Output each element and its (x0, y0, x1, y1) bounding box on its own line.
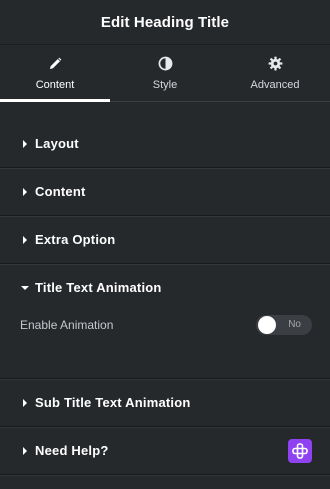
gear-icon (267, 56, 283, 72)
caret-right-icon (20, 187, 30, 197)
panel-header: Edit Heading Title (0, 0, 330, 45)
panel-content: Layout Content Extra Option Title Text A… (0, 102, 330, 476)
section-sub-title-text-animation-header[interactable]: Sub Title Text Animation (0, 379, 330, 426)
section-layout: Layout (0, 120, 330, 169)
caret-right-icon (20, 398, 30, 408)
section-sub-title-text-animation: Sub Title Text Animation (0, 379, 330, 428)
caret-right-icon (20, 235, 30, 245)
tab-style-label: Style (152, 78, 178, 91)
section-extra-option-header[interactable]: Extra Option (0, 216, 330, 263)
panel-tabs: Content Style Advanced (0, 45, 330, 102)
tab-advanced-label: Advanced (250, 78, 300, 91)
section-content: Content (0, 168, 330, 217)
caret-right-icon (20, 446, 30, 456)
section-layout-header[interactable]: Layout (0, 120, 330, 167)
section-layout-title: Layout (35, 136, 79, 151)
section-need-help-title: Need Help? (35, 443, 109, 458)
tab-content-label: Content (35, 78, 75, 91)
pencil-icon (47, 56, 63, 72)
panel-title: Edit Heading Title (100, 13, 230, 31)
section-sub-title-text-animation-title: Sub Title Text Animation (35, 395, 191, 410)
caret-right-icon (20, 139, 30, 149)
caret-down-icon (20, 283, 30, 293)
section-title-text-animation-title: Title Text Animation (35, 280, 162, 295)
tab-content[interactable]: Content (0, 45, 110, 102)
section-title-text-animation: Title Text Animation Enable Animation No (0, 264, 330, 380)
section-need-help: Need Help? (0, 427, 330, 476)
half-circle-icon (157, 56, 173, 72)
enable-animation-toggle[interactable]: No (256, 315, 312, 335)
enable-animation-control: Enable Animation No (20, 315, 312, 335)
section-content-title: Content (35, 184, 86, 199)
enable-animation-label: Enable Animation (20, 318, 114, 332)
section-title-text-animation-body: Enable Animation No (0, 311, 330, 378)
help-plugin-icon[interactable] (288, 439, 312, 463)
section-extra-option: Extra Option (0, 216, 330, 265)
toggle-knob (258, 316, 276, 334)
section-title-text-animation-header[interactable]: Title Text Animation (0, 264, 330, 311)
tab-style[interactable]: Style (110, 45, 220, 101)
toggle-state-text: No (288, 319, 301, 330)
section-extra-option-title: Extra Option (35, 232, 116, 247)
section-need-help-header[interactable]: Need Help? (0, 427, 330, 474)
section-content-header[interactable]: Content (0, 168, 330, 215)
tab-advanced[interactable]: Advanced (220, 45, 330, 101)
